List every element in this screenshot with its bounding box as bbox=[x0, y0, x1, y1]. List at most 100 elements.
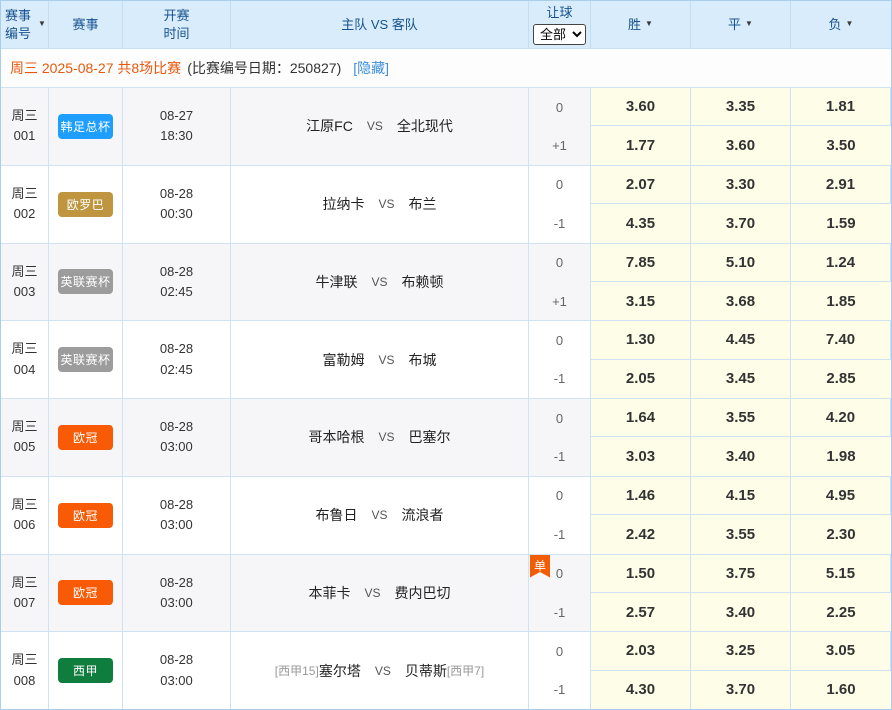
competition-badge[interactable]: 欧冠 bbox=[58, 503, 113, 528]
odds-lose[interactable]: 4.95 bbox=[791, 477, 891, 515]
match-row: 周三001 韩足总杯 08-2718:30 江原FC VS 全北现代 0 +1 … bbox=[1, 88, 891, 166]
odds-lose[interactable]: 1.60 bbox=[791, 671, 891, 709]
odds-draw[interactable]: 3.30 bbox=[691, 166, 791, 204]
odds-draw[interactable]: 3.55 bbox=[691, 399, 791, 437]
odds-draw[interactable]: 3.70 bbox=[691, 204, 791, 242]
header-start-time-label: 开赛 时间 bbox=[163, 7, 189, 42]
odds-win[interactable]: 7.85 bbox=[591, 244, 691, 282]
odds-win[interactable]: 1.46 bbox=[591, 477, 691, 515]
odds-lose[interactable]: 2.25 bbox=[791, 593, 891, 631]
teams-cell: 富勒姆 VS 布城 bbox=[231, 321, 529, 398]
competition-cell: 英联赛杯 bbox=[49, 244, 123, 321]
odds-lose[interactable]: 1.59 bbox=[791, 204, 891, 242]
teams-cell: 哥本哈根 VS 巴塞尔 bbox=[231, 399, 529, 476]
date-summary: 周三 2025-08-27 共8场比赛 bbox=[10, 58, 181, 78]
odds-win[interactable]: 2.42 bbox=[591, 515, 691, 553]
odds-lose[interactable]: 2.91 bbox=[791, 166, 891, 204]
odds-lose[interactable]: 3.50 bbox=[791, 126, 891, 164]
odds-win[interactable]: 3.15 bbox=[591, 282, 691, 320]
vs-label: VS bbox=[375, 664, 391, 678]
odds-lose[interactable]: 5.15 bbox=[791, 555, 891, 593]
odds-win[interactable]: 1.50 bbox=[591, 555, 691, 593]
odds-draw[interactable]: 3.40 bbox=[691, 593, 791, 631]
competition-badge[interactable]: 西甲 bbox=[58, 658, 113, 683]
home-team: 牛津联 bbox=[315, 272, 357, 292]
odds-draw[interactable]: 3.35 bbox=[691, 88, 791, 126]
odds-lose[interactable]: 7.40 bbox=[791, 321, 891, 359]
odds-lose[interactable]: 2.85 bbox=[791, 360, 891, 398]
home-team: 塞尔塔 bbox=[319, 661, 361, 681]
match-row: 周三007 欧冠 08-2803:00 本菲卡 VS 费内巴切 单 0 -1 1… bbox=[1, 555, 891, 633]
teams-cell: [西甲15] 塞尔塔 VS 贝蒂斯 [西甲7] bbox=[231, 632, 529, 709]
odds-draw[interactable]: 3.25 bbox=[691, 632, 791, 670]
odds-lose[interactable]: 1.81 bbox=[791, 88, 891, 126]
match-number: 周三003 bbox=[1, 244, 49, 321]
odds-draw[interactable]: 3.70 bbox=[691, 671, 791, 709]
odds-win[interactable]: 2.05 bbox=[591, 360, 691, 398]
odds-draw[interactable]: 4.15 bbox=[691, 477, 791, 515]
odds-win[interactable]: 1.30 bbox=[591, 321, 691, 359]
away-team: 巴塞尔 bbox=[409, 427, 451, 447]
match-row: 周三004 英联赛杯 08-2802:45 富勒姆 VS 布城 0 -1 1.3… bbox=[1, 321, 891, 399]
match-row: 周三005 欧冠 08-2803:00 哥本哈根 VS 巴塞尔 0 -1 1.6… bbox=[1, 399, 891, 477]
odds-win[interactable]: 2.03 bbox=[591, 632, 691, 670]
odds-draw[interactable]: 3.45 bbox=[691, 360, 791, 398]
competition-badge[interactable]: 欧冠 bbox=[58, 425, 113, 450]
match-row: 周三002 欧罗巴 08-2800:30 拉纳卡 VS 布兰 0 -1 2.07… bbox=[1, 166, 891, 244]
odds-draw[interactable]: 4.45 bbox=[691, 321, 791, 359]
handicap-cell: 0 -1 bbox=[529, 477, 591, 554]
header-match-number[interactable]: 赛事 编号 ▼ bbox=[1, 1, 49, 48]
vs-label: VS bbox=[371, 508, 387, 522]
odds-draw[interactable]: 3.40 bbox=[691, 437, 791, 475]
teams-cell: 布鲁日 VS 流浪者 bbox=[231, 477, 529, 554]
vs-label: VS bbox=[367, 119, 383, 133]
competition-badge[interactable]: 英联赛杯 bbox=[58, 269, 113, 294]
odds-draw[interactable]: 5.10 bbox=[691, 244, 791, 282]
start-time: 08-2718:30 bbox=[123, 88, 231, 165]
odds-lose[interactable]: 2.30 bbox=[791, 515, 891, 553]
odds-draw[interactable]: 3.75 bbox=[691, 555, 791, 593]
odds-win[interactable]: 4.35 bbox=[591, 204, 691, 242]
handicap-value: 0 bbox=[529, 632, 590, 670]
header-win-label: 胜 bbox=[628, 16, 641, 34]
odds-win[interactable]: 3.03 bbox=[591, 437, 691, 475]
odds-draw[interactable]: 3.55 bbox=[691, 515, 791, 553]
teams-cell: 牛津联 VS 布赖顿 bbox=[231, 244, 529, 321]
odds-win[interactable]: 2.57 bbox=[591, 593, 691, 631]
competition-cell: 西甲 bbox=[49, 632, 123, 709]
start-time: 08-2803:00 bbox=[123, 477, 231, 554]
odds-win[interactable]: 2.07 bbox=[591, 166, 691, 204]
sort-arrow-icon: ▼ bbox=[745, 19, 753, 30]
header-draw[interactable]: 平 ▼ bbox=[691, 1, 791, 48]
odds-win[interactable]: 1.64 bbox=[591, 399, 691, 437]
competition-badge[interactable]: 韩足总杯 bbox=[58, 114, 113, 139]
handicap-value: +1 bbox=[529, 126, 590, 164]
competition-cell: 欧冠 bbox=[49, 399, 123, 476]
vs-label: VS bbox=[371, 275, 387, 289]
home-team: 拉纳卡 bbox=[322, 194, 364, 214]
vs-label: VS bbox=[378, 353, 394, 367]
header-lose[interactable]: 负 ▼ bbox=[791, 1, 891, 48]
odds-lose[interactable]: 3.05 bbox=[791, 632, 891, 670]
odds-win[interactable]: 1.77 bbox=[591, 126, 691, 164]
handicap-cell: 0 +1 bbox=[529, 244, 591, 321]
handicap-filter-select[interactable]: 全部 bbox=[533, 24, 586, 45]
vs-label: VS bbox=[378, 197, 394, 211]
competition-badge[interactable]: 欧罗巴 bbox=[58, 192, 113, 217]
odds-draw[interactable]: 3.60 bbox=[691, 126, 791, 164]
header-win[interactable]: 胜 ▼ bbox=[591, 1, 691, 48]
odds-win[interactable]: 3.60 bbox=[591, 88, 691, 126]
odds-lose[interactable]: 1.24 bbox=[791, 244, 891, 282]
odds-draw[interactable]: 3.68 bbox=[691, 282, 791, 320]
competition-badge[interactable]: 欧冠 bbox=[58, 580, 113, 605]
odds-win[interactable]: 4.30 bbox=[591, 671, 691, 709]
competition-cell: 英联赛杯 bbox=[49, 321, 123, 398]
competition-badge[interactable]: 英联赛杯 bbox=[58, 347, 113, 372]
match-row: 周三008 西甲 08-2803:00 [西甲15] 塞尔塔 VS 贝蒂斯 [西… bbox=[1, 632, 891, 709]
odds-lose[interactable]: 1.85 bbox=[791, 282, 891, 320]
odds-lose[interactable]: 4.20 bbox=[791, 399, 891, 437]
odds-lose[interactable]: 1.98 bbox=[791, 437, 891, 475]
start-time: 08-2800:30 bbox=[123, 166, 231, 243]
header-match-number-label: 赛事 编号 bbox=[5, 7, 31, 42]
hide-link[interactable]: [隐藏] bbox=[353, 58, 389, 78]
